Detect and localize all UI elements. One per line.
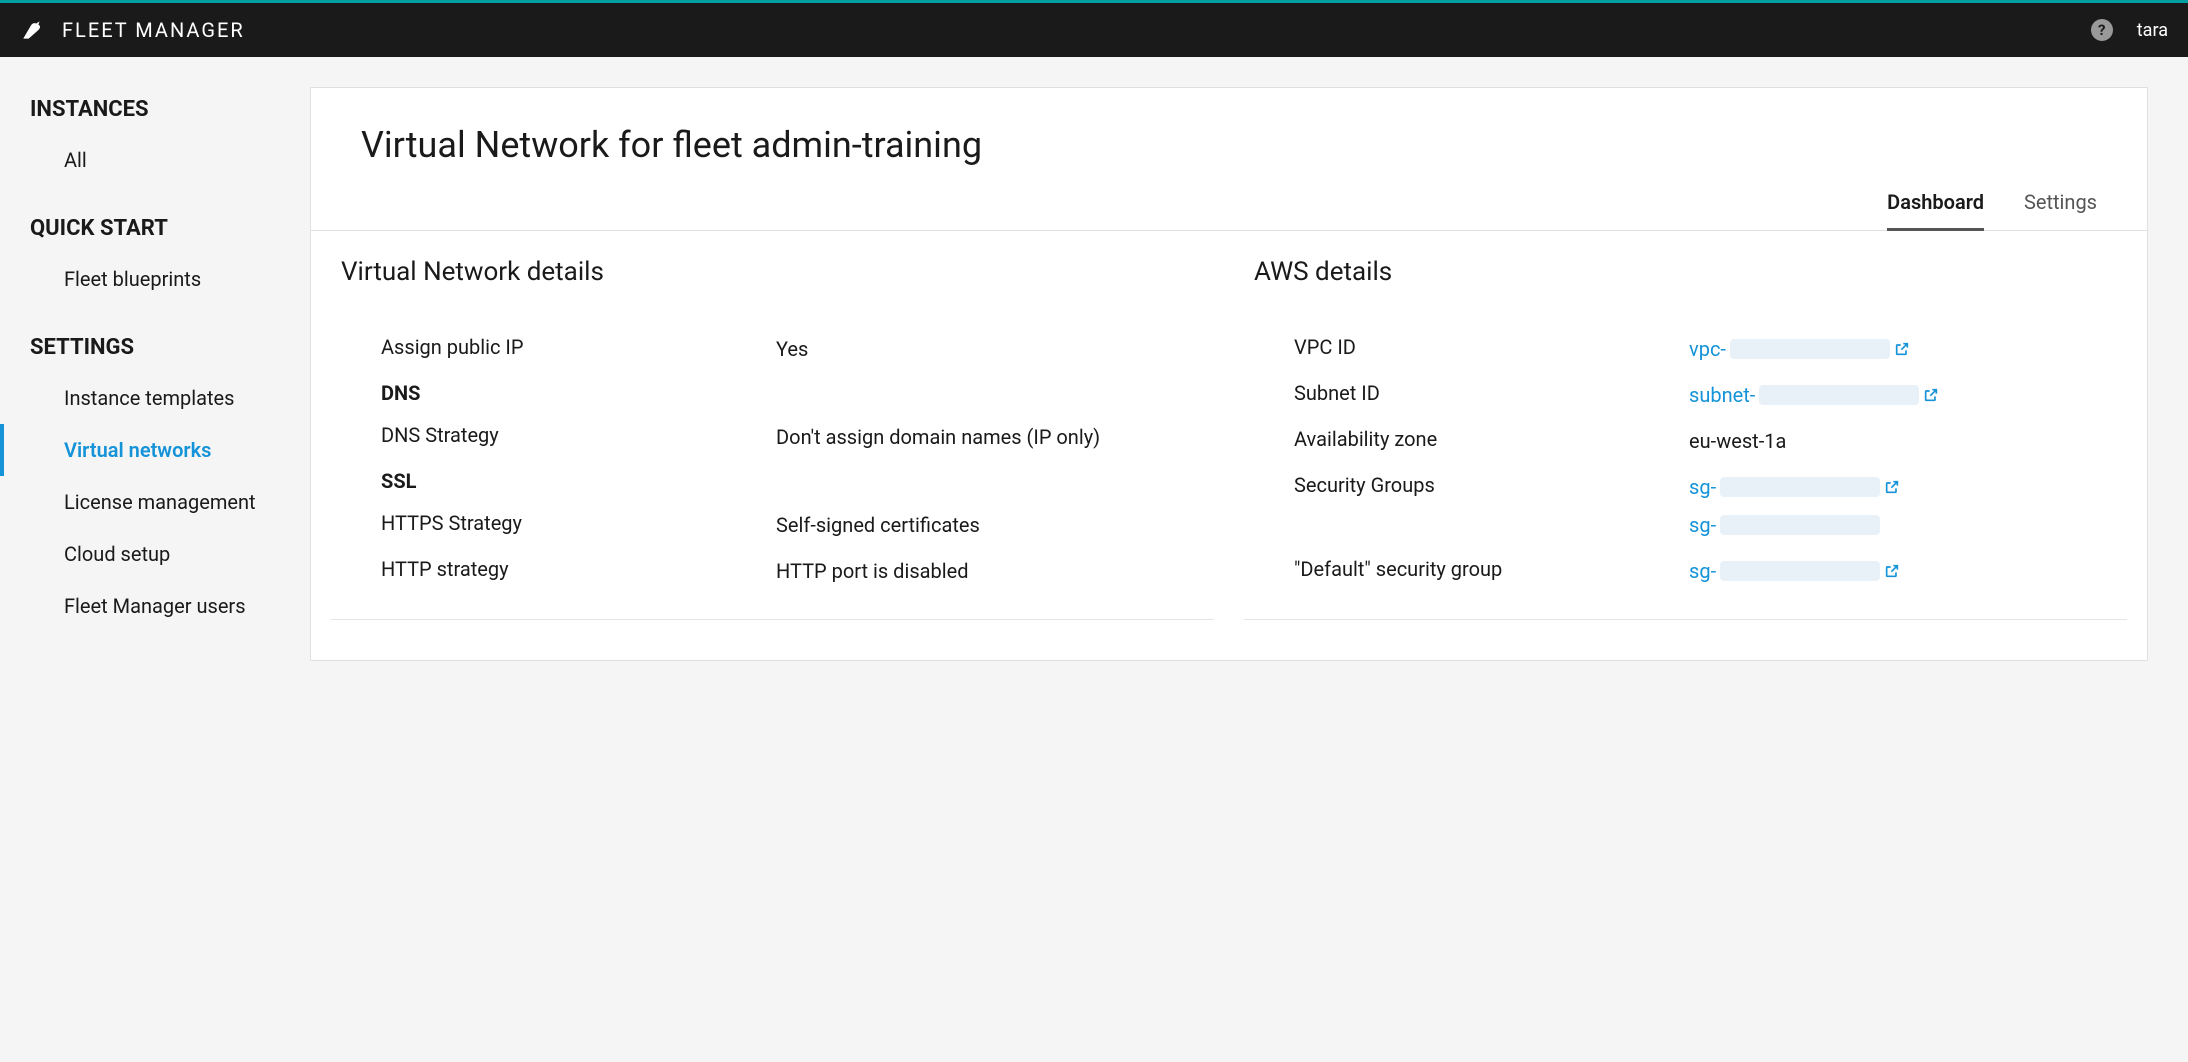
page-title: Virtual Network for fleet admin-training bbox=[361, 124, 2097, 166]
sg2-prefix: sg- bbox=[1689, 511, 1716, 539]
sidebar-item-cloud-setup[interactable]: Cloud setup bbox=[0, 528, 310, 580]
label-vpc-id: VPC ID bbox=[1294, 335, 1689, 359]
sidebar-heading-quickstart: QUICK START bbox=[0, 216, 310, 253]
main-content: Virtual Network for fleet admin-training… bbox=[310, 57, 2188, 1059]
external-link-icon bbox=[1884, 479, 1900, 495]
label-assign-public-ip: Assign public IP bbox=[381, 335, 776, 359]
subhead-dns: DNS bbox=[381, 381, 1204, 405]
vn-details-title: Virtual Network details bbox=[331, 257, 1214, 315]
subnet-id-prefix: subnet- bbox=[1689, 381, 1755, 409]
redacted-default-sg bbox=[1720, 561, 1880, 581]
value-assign-public-ip: Yes bbox=[776, 335, 1204, 363]
link-vpc-id[interactable]: vpc- bbox=[1689, 335, 1910, 363]
label-subnet-id: Subnet ID bbox=[1294, 381, 1689, 405]
value-availability-zone: eu-west-1a bbox=[1689, 427, 2117, 455]
label-security-groups: Security Groups bbox=[1294, 473, 1689, 497]
top-bar: FLEET MANAGER ? tara bbox=[0, 0, 2188, 57]
topbar-right: ? tara bbox=[2091, 19, 2168, 41]
aws-details-title: AWS details bbox=[1244, 257, 2127, 315]
panel-aws-details: AWS details VPC ID vpc- bbox=[1244, 257, 2127, 620]
sidebar-heading-instances: INSTANCES bbox=[0, 97, 310, 134]
external-link-icon bbox=[1923, 387, 1939, 403]
label-http-strategy: HTTP strategy bbox=[381, 557, 776, 581]
label-default-security-group: "Default" security group bbox=[1294, 557, 1689, 581]
sidebar-item-all[interactable]: All bbox=[0, 134, 310, 186]
link-security-group-1[interactable]: sg- bbox=[1689, 473, 2117, 501]
sg1-prefix: sg- bbox=[1689, 473, 1716, 501]
value-https-strategy: Self-signed certificates bbox=[776, 511, 1204, 539]
label-availability-zone: Availability zone bbox=[1294, 427, 1689, 451]
username[interactable]: tara bbox=[2137, 20, 2168, 41]
link-subnet-id[interactable]: subnet- bbox=[1689, 381, 1939, 409]
sidebar-item-fleet-manager-users[interactable]: Fleet Manager users bbox=[0, 580, 310, 632]
sidebar-item-virtual-networks[interactable]: Virtual networks bbox=[0, 424, 310, 476]
link-default-security-group[interactable]: sg- bbox=[1689, 557, 1900, 585]
redacted-vpc-id bbox=[1730, 339, 1890, 359]
default-sg-prefix: sg- bbox=[1689, 557, 1716, 585]
sidebar-heading-settings: SETTINGS bbox=[0, 335, 310, 372]
link-security-group-2[interactable]: sg- bbox=[1689, 511, 2117, 539]
external-link-icon bbox=[1894, 341, 1910, 357]
help-icon[interactable]: ? bbox=[2091, 19, 2113, 41]
value-dns-strategy: Don't assign domain names (IP only) bbox=[776, 423, 1204, 451]
content-card: Virtual Network for fleet admin-training… bbox=[310, 87, 2148, 661]
tabs: Dashboard Settings bbox=[311, 166, 2147, 231]
bird-logo-icon bbox=[20, 17, 46, 43]
label-dns-strategy: DNS Strategy bbox=[381, 423, 776, 447]
panel-vn-details: Virtual Network details Assign public IP… bbox=[331, 257, 1214, 620]
sidebar-item-fleet-blueprints[interactable]: Fleet blueprints bbox=[0, 253, 310, 305]
value-http-strategy: HTTP port is disabled bbox=[776, 557, 1204, 585]
vpc-id-prefix: vpc- bbox=[1689, 335, 1726, 363]
sidebar-item-instance-templates[interactable]: Instance templates bbox=[0, 372, 310, 424]
sidebar-item-license-management[interactable]: License management bbox=[0, 476, 310, 528]
topbar-left: FLEET MANAGER bbox=[20, 17, 245, 43]
subhead-ssl: SSL bbox=[381, 469, 1204, 493]
tab-dashboard[interactable]: Dashboard bbox=[1887, 190, 1984, 231]
redacted-subnet-id bbox=[1759, 385, 1919, 405]
redacted-sg2 bbox=[1720, 515, 1880, 535]
external-link-icon bbox=[1884, 563, 1900, 579]
redacted-sg1 bbox=[1720, 477, 1880, 497]
sidebar: INSTANCES All QUICK START Fleet blueprin… bbox=[0, 57, 310, 1059]
label-https-strategy: HTTPS Strategy bbox=[381, 511, 776, 535]
tab-settings[interactable]: Settings bbox=[2024, 190, 2097, 230]
app-title: FLEET MANAGER bbox=[62, 18, 245, 42]
